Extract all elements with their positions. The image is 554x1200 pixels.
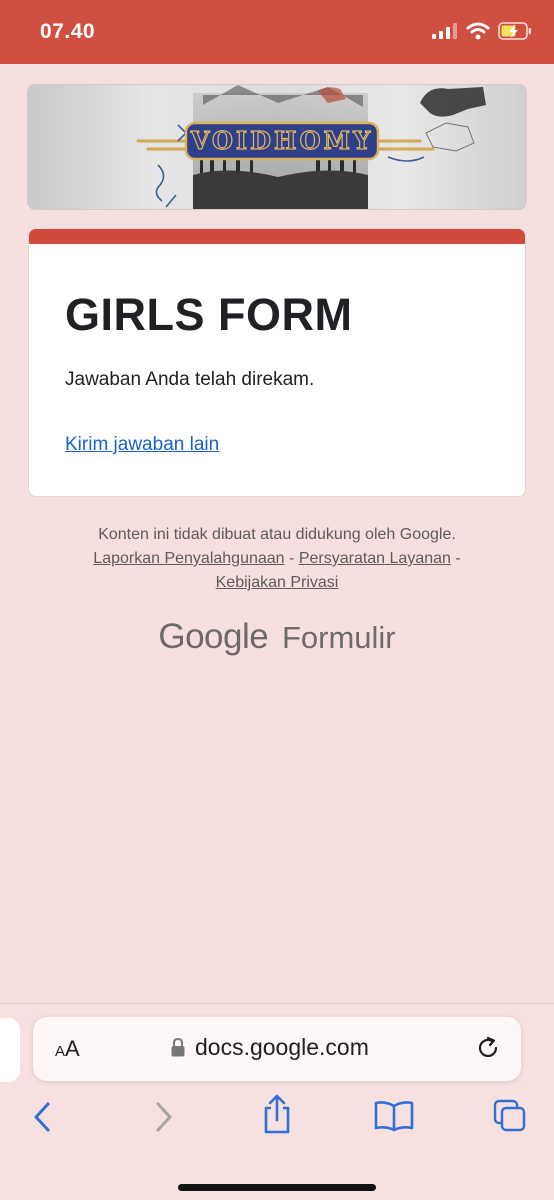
forward-icon[interactable] [150,1100,176,1134]
home-indicator[interactable] [178,1184,376,1191]
signal-icon [432,23,457,39]
address-bar[interactable]: AA docs.google.com [33,1017,521,1081]
card-accent-bar [29,229,525,244]
reload-icon[interactable] [475,1035,501,1061]
google-forms-logo[interactable]: Google Formulir [0,617,554,657]
status-time: 07.40 [40,20,96,43]
status-bar: 07.40 [0,0,554,64]
browser-toolbar [0,1094,554,1140]
status-icons [432,22,532,40]
wifi-icon [466,22,490,40]
disclaimer-text: Konten ini tidak dibuat atau didukung ol… [98,526,456,543]
confirmation-card: GIRLS FORM Jawaban Anda telah direkam. K… [28,228,526,497]
back-icon[interactable] [30,1100,56,1134]
share-icon[interactable] [260,1094,294,1134]
confirmation-message: Jawaban Anda telah direkam. [65,369,315,390]
previous-tab-edge[interactable] [0,1018,20,1082]
link-separator: - [455,550,461,567]
text-size-button[interactable]: AA [55,1036,80,1062]
text-size-label: A [65,1036,80,1061]
url-text: docs.google.com [195,1034,369,1060]
lock-icon [171,1038,185,1057]
banner-logo-text: VOIDHOMY [190,126,373,155]
form-footer: Konten ini tidak dibuat atau didukung ol… [0,523,554,595]
tabs-icon[interactable] [492,1098,528,1134]
footer-links-row: Laporkan Penyalahgunaan - Persyaratan La… [0,547,554,571]
report-abuse-link[interactable]: Laporkan Penyalahgunaan [93,550,284,567]
url-display[interactable]: docs.google.com [171,1034,369,1061]
form-title: GIRLS FORM [65,289,353,340]
battery-charging-icon [498,22,531,40]
brand-google: Google [158,617,269,656]
brand-product: Formulir [281,620,396,655]
bookmarks-icon[interactable] [374,1100,414,1132]
link-separator: - [289,550,295,567]
terms-of-service-link[interactable]: Persyaratan Layanan [299,550,451,567]
submit-another-response-link[interactable]: Kirim jawaban lain [65,434,219,456]
browser-bottom-bar: AA docs.google.com [0,1003,554,1200]
form-header-banner: VOIDHOMY [27,84,527,210]
privacy-policy-link[interactable]: Kebijakan Privasi [216,574,339,591]
